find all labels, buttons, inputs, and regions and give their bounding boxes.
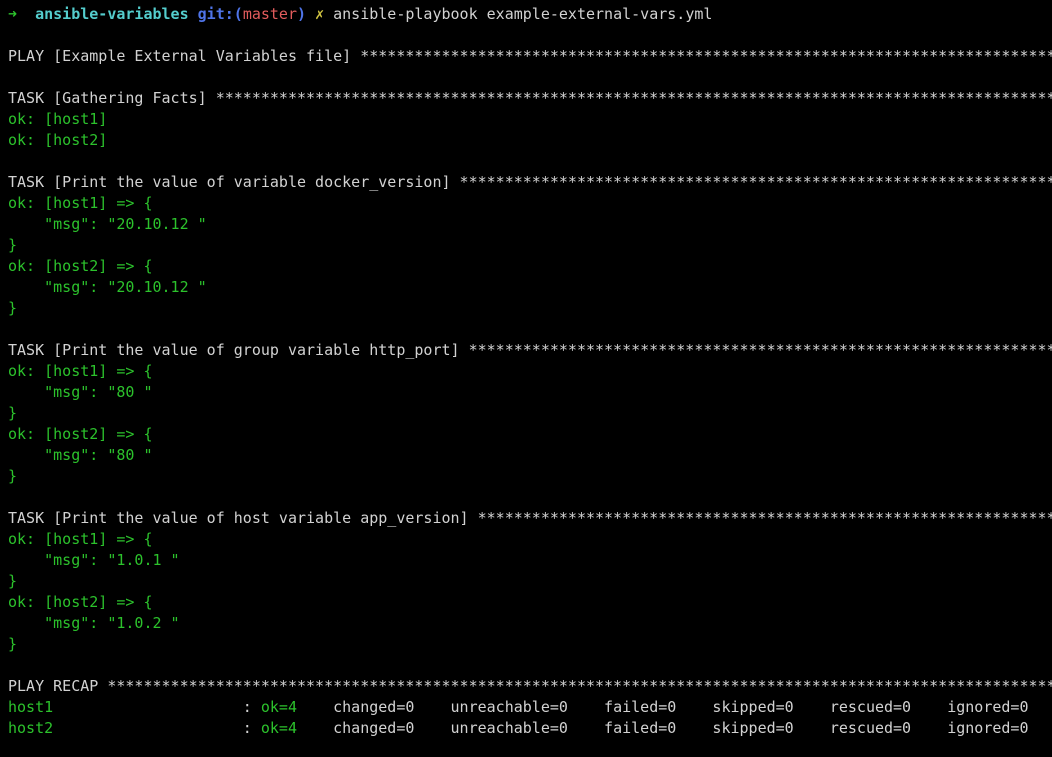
prompt-arrow-icon: ➜ <box>8 5 17 23</box>
task-result-line: } <box>8 403 1052 424</box>
recap-stats: changed=0 unreachable=0 failed=0 skipped… <box>297 698 1029 716</box>
terminal-text: "msg": "80 " <box>8 383 153 401</box>
task-result-line: ok: [host2] => { <box>8 592 1052 613</box>
terminal-text: } <box>8 635 17 653</box>
task-result-line: } <box>8 466 1052 487</box>
terminal-line <box>8 151 1052 172</box>
terminal-text: } <box>8 236 17 254</box>
play-recap-banner: PLAY RECAP *****************************… <box>8 676 1052 697</box>
terminal-text: TASK [Print the value of host variable a… <box>8 509 1052 527</box>
terminal-text: TASK [Print the value of variable docker… <box>8 173 1052 191</box>
terminal-text <box>306 5 315 23</box>
terminal-text: } <box>8 467 17 485</box>
shell-prompt-line: ➜ ansible-variables git:(master) ✗ ansib… <box>8 4 1052 25</box>
git-dirty-icon: ✗ <box>315 5 324 23</box>
msg-line: "msg": "20.10.12 " <box>8 277 1052 298</box>
task-result-line: } <box>8 571 1052 592</box>
terminal-text: } <box>8 572 17 590</box>
terminal-text: "msg": "80 " <box>8 446 153 464</box>
terminal-line <box>8 319 1052 340</box>
recap-host: host1 <box>8 698 53 716</box>
terminal-text: "msg": "20.10.12 " <box>8 215 207 233</box>
terminal-text: } <box>8 404 17 422</box>
recap-stats: changed=0 unreachable=0 failed=0 skipped… <box>297 719 1029 737</box>
recap-ok-count: ok=4 <box>261 698 297 716</box>
terminal-text: "msg": "1.0.2 " <box>8 614 180 632</box>
task-result-line: } <box>8 298 1052 319</box>
terminal-text: TASK [Gathering Facts] *****************… <box>8 89 1052 107</box>
terminal-text: "msg": "1.0.1 " <box>8 551 180 569</box>
terminal-text: ok: [host1] => { <box>8 194 153 212</box>
task-banner-gathering-facts: TASK [Gathering Facts] *****************… <box>8 88 1052 109</box>
recap-row: host1 : ok=4 changed=0 unreachable=0 fai… <box>8 697 1052 718</box>
task-result-line: } <box>8 634 1052 655</box>
terminal-line <box>8 655 1052 676</box>
msg-line: "msg": "1.0.2 " <box>8 613 1052 634</box>
task-banner-docker-version: TASK [Print the value of variable docker… <box>8 172 1052 193</box>
prompt-directory: ansible-variables <box>35 5 189 23</box>
msg-line: "msg": "80 " <box>8 382 1052 403</box>
terminal-text: ok: [host1] => { <box>8 362 153 380</box>
terminal-text: TASK [Print the value of group variable … <box>8 341 1052 359</box>
terminal-text <box>189 5 198 23</box>
terminal-line <box>8 67 1052 88</box>
recap-row: host2 : ok=4 changed=0 unreachable=0 fai… <box>8 718 1052 739</box>
task-result-line: ok: [host2] => { <box>8 424 1052 445</box>
terminal-text: PLAY [Example External Variables file] *… <box>8 47 1052 65</box>
task-banner-http-port: TASK [Print the value of group variable … <box>8 340 1052 361</box>
terminal-text: "msg": "20.10.12 " <box>8 278 207 296</box>
terminal-text: ok: [host2] => { <box>8 425 153 443</box>
recap-ok-count: ok=4 <box>261 719 297 737</box>
terminal-output: ➜ ansible-variables git:(master) ✗ ansib… <box>8 4 1052 739</box>
play-banner: PLAY [Example External Variables file] *… <box>8 46 1052 67</box>
git-suffix: ) <box>297 5 306 23</box>
task-banner-app-version: TASK [Print the value of host variable a… <box>8 508 1052 529</box>
git-branch: master <box>243 5 297 23</box>
terminal-text: ok: [host2] => { <box>8 593 153 611</box>
task-result-line: ok: [host1] <box>8 109 1052 130</box>
terminal-window[interactable]: ➜ ansible-variables git:(master) ✗ ansib… <box>0 0 1052 757</box>
msg-line: "msg": "1.0.1 " <box>8 550 1052 571</box>
task-result-line: ok: [host2] => { <box>8 256 1052 277</box>
task-result-line: ok: [host1] => { <box>8 361 1052 382</box>
terminal-text <box>17 5 35 23</box>
task-result-line: ok: [host1] => { <box>8 529 1052 550</box>
task-result-line: } <box>8 235 1052 256</box>
terminal-text: } <box>8 299 17 317</box>
terminal-line <box>8 25 1052 46</box>
msg-line: "msg": "20.10.12 " <box>8 214 1052 235</box>
terminal-text: ok: [host2] <box>8 131 107 149</box>
terminal-text: ok: [host2] => { <box>8 257 153 275</box>
terminal-text: ok: [host1] <box>8 110 107 128</box>
task-result-line: ok: [host2] <box>8 130 1052 151</box>
msg-line: "msg": "80 " <box>8 445 1052 466</box>
command-text: ansible-playbook example-external-vars.y… <box>324 5 712 23</box>
terminal-line <box>8 487 1052 508</box>
git-prefix: git:( <box>198 5 243 23</box>
terminal-text: PLAY RECAP *****************************… <box>8 677 1052 695</box>
task-result-line: ok: [host1] => { <box>8 193 1052 214</box>
terminal-text: ok: [host1] => { <box>8 530 153 548</box>
recap-host: host2 <box>8 719 53 737</box>
terminal-text: : <box>53 698 261 716</box>
terminal-text: : <box>53 719 261 737</box>
